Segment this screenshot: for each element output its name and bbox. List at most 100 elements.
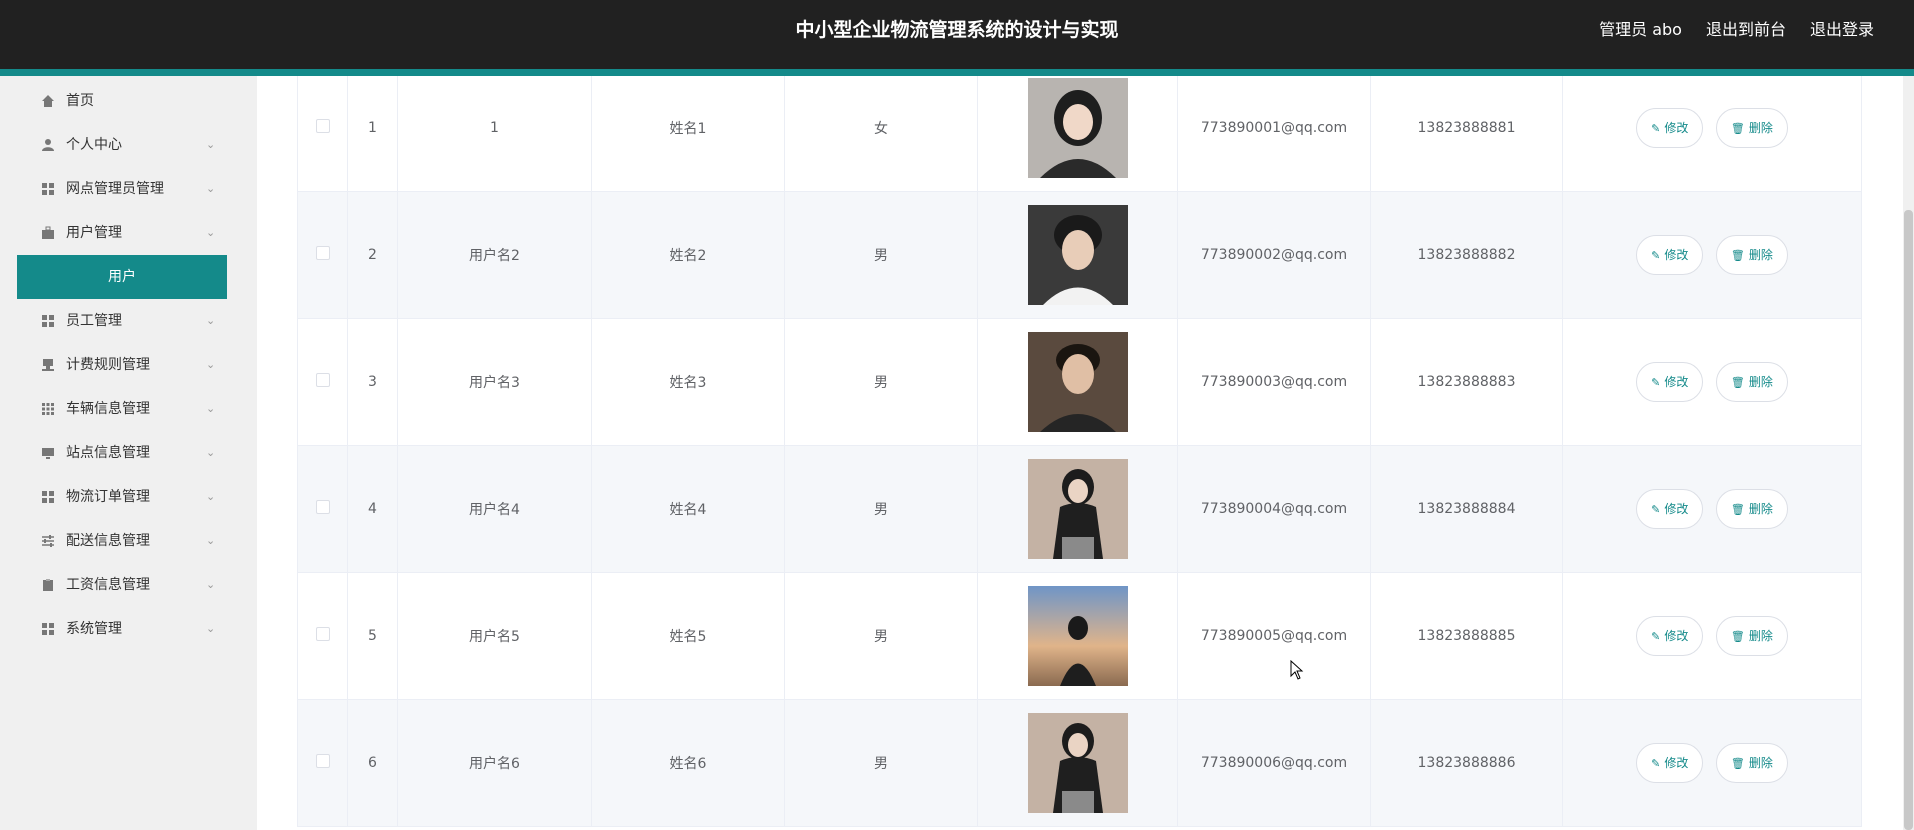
- vertical-scrollbar[interactable]: [1903, 76, 1914, 830]
- sidebar-item-label: 工资信息管理: [66, 577, 150, 593]
- table-row: 6 用户名6 姓名6 男 773890006@qq.com 1382388888…: [297, 699, 1862, 827]
- sidebar-item-label: 个人中心: [66, 137, 122, 153]
- cell-email: 773890005@qq.com: [1177, 572, 1371, 700]
- cell-name: 姓名2: [591, 191, 785, 319]
- edit-button[interactable]: ✎ 修改: [1636, 743, 1704, 783]
- delete-button[interactable]: 🗑 删除: [1715, 235, 1788, 275]
- trash-icon: 🗑: [1730, 503, 1745, 516]
- sidebar-item-staff[interactable]: 员工管理 ⌄: [0, 299, 257, 343]
- scrollbar-thumb[interactable]: [1904, 210, 1913, 830]
- chevron-up-icon: ⌄: [206, 226, 216, 239]
- admin-label: 管理员 abo: [1599, 20, 1682, 39]
- edit-button[interactable]: ✎ 修改: [1636, 108, 1704, 148]
- cell-phone: 13823888881: [1370, 76, 1563, 192]
- sidebar-item-label: 配送信息管理: [66, 533, 150, 549]
- logout-link[interactable]: 退出登录: [1810, 0, 1874, 60]
- cell-username: 用户名2: [397, 191, 592, 319]
- sidebar-item-users[interactable]: 用户管理 ⌄: [0, 211, 257, 255]
- cell-gender: 男: [784, 572, 978, 700]
- cell-email: 773890002@qq.com: [1177, 191, 1371, 319]
- cell-index: 2: [347, 191, 398, 319]
- edit-icon: ✎: [1651, 757, 1661, 770]
- chevron-down-icon: ⌄: [206, 446, 216, 459]
- sidebar-item-orders[interactable]: 物流订单管理 ⌄: [0, 475, 257, 519]
- chevron-down-icon: ⌄: [206, 138, 216, 151]
- grid-icon: [42, 623, 54, 635]
- cell-phone: 13823888885: [1370, 572, 1563, 700]
- cell-name: 姓名3: [591, 318, 785, 446]
- sidebar-item-label: 车辆信息管理: [66, 401, 150, 417]
- delete-button[interactable]: 🗑 删除: [1715, 616, 1788, 656]
- delete-button[interactable]: 🗑 删除: [1715, 489, 1788, 529]
- clipboard-icon: [43, 579, 53, 591]
- header-actions: 管理员 abo 退出到前台 退出登录: [1599, 0, 1874, 60]
- mouse-cursor-icon: [1290, 660, 1304, 680]
- delete-button[interactable]: 🗑 删除: [1715, 743, 1788, 783]
- edit-icon: ✎: [1651, 376, 1661, 389]
- sidebar-item-delivery[interactable]: 配送信息管理 ⌄: [0, 519, 257, 563]
- sidebar-item-outlet-admins[interactable]: 网点管理员管理 ⌄: [0, 167, 257, 211]
- edit-button[interactable]: ✎ 修改: [1636, 616, 1704, 656]
- edit-button[interactable]: ✎ 修改: [1636, 235, 1704, 275]
- sidebar-item-vehicles[interactable]: 车辆信息管理 ⌄: [0, 387, 257, 431]
- avatar: [1027, 459, 1128, 559]
- cell-username: 用户名4: [397, 445, 592, 573]
- sidebar-item-label: 网点管理员管理: [66, 181, 164, 197]
- sidebar-item-stations[interactable]: 站点信息管理 ⌄: [0, 431, 257, 475]
- row-checkbox[interactable]: [315, 500, 330, 514]
- cell-name: 姓名1: [591, 76, 785, 192]
- edit-button[interactable]: ✎ 修改: [1636, 489, 1704, 529]
- sidebar-item-billing-rules[interactable]: 计费规则管理 ⌄: [0, 343, 257, 387]
- sidebar: 首页 个人中心 ⌄ 网点管理员管理 ⌄ 用户管理 ⌄ 用户 员工管理 ⌄ 计费规…: [0, 76, 257, 830]
- table-row: 3 用户名3 姓名3 男 773890003@qq.com 1382388888…: [297, 318, 1862, 446]
- home-icon: [42, 95, 54, 107]
- chevron-down-icon: ⌄: [206, 402, 216, 415]
- row-checkbox[interactable]: [315, 754, 330, 768]
- trash-icon: 🗑: [1730, 630, 1745, 643]
- delete-button[interactable]: 🗑 删除: [1715, 362, 1788, 402]
- cell-gender: 男: [784, 445, 978, 573]
- trash-icon: 🗑: [1730, 122, 1745, 135]
- sidebar-subitem-user[interactable]: 用户: [17, 255, 227, 299]
- sidebar-item-salary[interactable]: 工资信息管理 ⌄: [0, 563, 257, 607]
- row-checkbox[interactable]: [315, 246, 330, 260]
- cell-index: 4: [347, 445, 398, 573]
- sidebar-item-label: 系统管理: [66, 621, 122, 637]
- monitor-icon: [42, 448, 54, 459]
- sidebar-item-label: 首页: [66, 93, 94, 109]
- edit-icon: ✎: [1651, 503, 1661, 516]
- edit-icon: ✎: [1651, 122, 1661, 135]
- cell-phone: 13823888884: [1370, 445, 1563, 573]
- cell-index: 3: [347, 318, 398, 446]
- sidebar-item-label: 站点信息管理: [66, 445, 150, 461]
- cell-index: 1: [347, 76, 398, 192]
- row-checkbox[interactable]: [315, 119, 330, 133]
- edit-icon: ✎: [1651, 630, 1661, 643]
- row-checkbox[interactable]: [315, 627, 330, 641]
- main-content: 1 1 姓名1 女 773890001@qq.com 13823888881 ✎…: [257, 76, 1903, 830]
- back-to-front-link[interactable]: 退出到前台: [1706, 0, 1786, 60]
- cell-index: 6: [347, 699, 398, 827]
- cell-username: 用户名6: [397, 699, 592, 827]
- cell-gender: 男: [784, 318, 978, 446]
- sidebar-item-home[interactable]: 首页: [0, 79, 257, 123]
- chevron-down-icon: ⌄: [206, 534, 216, 547]
- edit-button[interactable]: ✎ 修改: [1636, 362, 1704, 402]
- cell-username: 用户名3: [397, 318, 592, 446]
- trash-icon: 🗑: [1730, 757, 1745, 770]
- table-row: 5 用户名5 姓名5 男 773890005@qq.com 1382388888…: [297, 572, 1862, 700]
- delete-button[interactable]: 🗑 删除: [1715, 108, 1788, 148]
- sidebar-item-system[interactable]: 系统管理 ⌄: [0, 607, 257, 651]
- grid-icon: [42, 183, 54, 195]
- avatar: [1027, 713, 1128, 813]
- user-icon: [42, 139, 54, 151]
- cell-username: 用户名5: [397, 572, 592, 700]
- sidebar-item-profile[interactable]: 个人中心 ⌄: [0, 123, 257, 167]
- row-checkbox[interactable]: [315, 373, 330, 387]
- grid9-icon: [42, 403, 54, 415]
- cell-email: 773890003@qq.com: [1177, 318, 1371, 446]
- users-table: 1 1 姓名1 女 773890001@qq.com 13823888881 ✎…: [297, 76, 1862, 827]
- chevron-down-icon: ⌄: [206, 182, 216, 195]
- grid-icon: [42, 315, 54, 327]
- avatar: [1027, 586, 1128, 686]
